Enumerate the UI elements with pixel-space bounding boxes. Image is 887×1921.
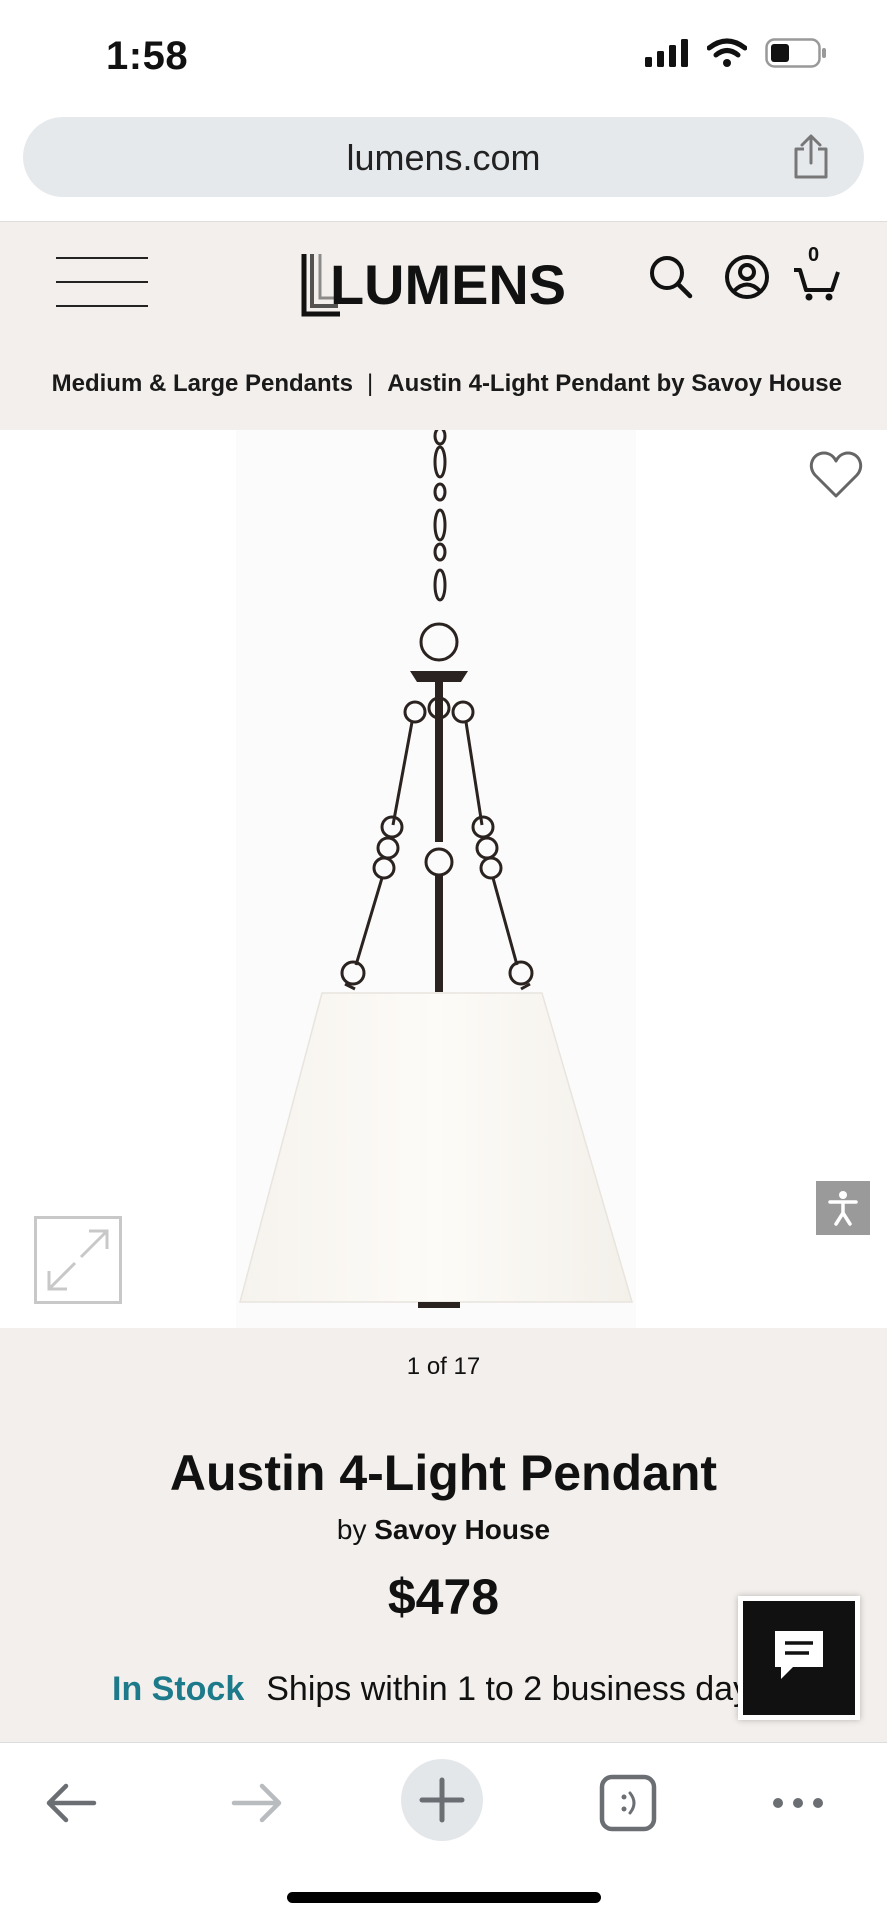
account-button[interactable] (722, 252, 772, 302)
search-icon (650, 256, 693, 299)
search-button[interactable] (646, 252, 696, 302)
site-header: LUMENS 0 Medium & Large Pendants | Austin … (0, 221, 887, 430)
stock-info: In Stock Ships within 1 to 2 business day (112, 1670, 750, 1709)
product-image-gallery[interactable] (0, 430, 887, 1328)
menu-button[interactable] (56, 257, 148, 307)
breadcrumb-separator: | (367, 370, 374, 397)
lumens-logo[interactable]: LUMENS (300, 252, 570, 318)
breadcrumb: Medium & Large Pendants | Austin 4-Light P… (0, 370, 887, 410)
tabs-button[interactable] (598, 1773, 658, 1833)
menu-icon-line (56, 281, 148, 283)
forward-icon (231, 1783, 282, 1823)
breadcrumb-link-category[interactable]: Medium & Large Pendants (52, 370, 353, 397)
expand-icon (47, 1229, 109, 1291)
breadcrumb-current: Austin 4-Light Pendant by Savoy House (387, 370, 842, 397)
tabs-icon (599, 1774, 657, 1832)
signal-icon (645, 39, 688, 67)
logo-text: LUMENS (330, 253, 566, 316)
favorite-button[interactable] (809, 450, 863, 500)
by-prefix: by (336, 1514, 367, 1545)
new-tab-button[interactable] (401, 1759, 483, 1841)
back-icon (46, 1783, 97, 1823)
pendant-image (239, 430, 633, 1308)
accessibility-icon (828, 1191, 858, 1226)
heart-icon (809, 451, 863, 498)
image-counter: 1 of 17 (406, 1353, 481, 1380)
share-icon (794, 134, 828, 179)
expand-image-button[interactable] (34, 1216, 122, 1304)
more-button[interactable] (768, 1773, 828, 1833)
forward-button[interactable] (226, 1773, 286, 1833)
cart-button[interactable]: 0 (792, 244, 842, 302)
plus-icon (419, 1777, 465, 1823)
stock-status: In Stock (112, 1670, 245, 1708)
back-button[interactable] (42, 1773, 102, 1833)
status-bar: 1:58 (0, 0, 887, 110)
more-icon (773, 1798, 823, 1808)
home-indicator (287, 1892, 601, 1903)
cart-count: 0 (808, 244, 820, 266)
brand-link[interactable]: Savoy House (374, 1514, 550, 1545)
wifi-icon (707, 38, 747, 67)
product-title: Austin 4-Light Pendant (169, 1445, 718, 1501)
battery-icon (765, 38, 826, 68)
status-icons (645, 38, 827, 68)
accessibility-button[interactable] (816, 1181, 870, 1235)
chat-icon (775, 1631, 823, 1679)
menu-icon-line (56, 305, 148, 307)
account-icon (725, 255, 769, 299)
chat-button[interactable] (738, 1596, 860, 1720)
address-bar[interactable]: lumens.com (23, 117, 864, 197)
menu-icon (56, 257, 148, 259)
share-button[interactable] (788, 133, 834, 181)
shipping-info: Ships within 1 to 2 business day (266, 1670, 751, 1708)
product-brand-line: by Savoy House (0, 1514, 887, 1546)
status-time: 1:58 (106, 34, 189, 78)
url-text: lumens.com (346, 137, 541, 178)
